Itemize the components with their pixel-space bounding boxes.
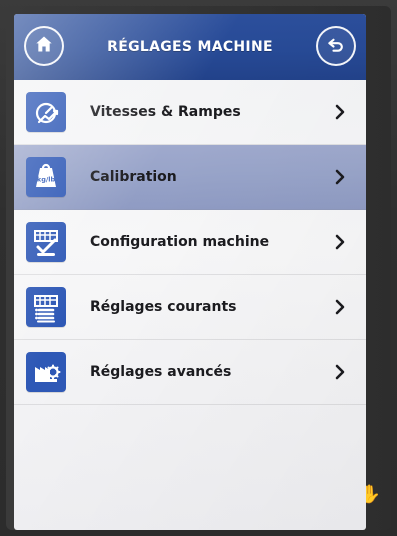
chevron-right-icon — [328, 100, 352, 124]
screen: RÉGLAGES MACHINE Vitesses & Rampes kg/lb… — [14, 14, 366, 530]
page-title: RÉGLAGES MACHINE — [107, 39, 273, 55]
machine-configuration-icon — [26, 222, 66, 262]
menu-item-reglages-courants[interactable]: Réglages courants — [14, 275, 366, 340]
menu-item-label: Calibration — [90, 169, 177, 185]
back-button[interactable] — [316, 26, 356, 66]
chevron-right-icon — [328, 360, 352, 384]
menu-item-reglages-avances[interactable]: Réglages avancés — [14, 340, 366, 405]
menu-item-calibration[interactable]: kg/lb Calibration — [14, 145, 366, 210]
chevron-right-icon — [328, 230, 352, 254]
advanced-settings-icon — [26, 352, 66, 392]
header-bar: RÉGLAGES MACHINE — [14, 14, 366, 80]
settings-menu: Vitesses & Rampes kg/lb Calibration Conf… — [14, 80, 366, 405]
chevron-right-icon — [328, 295, 352, 319]
current-settings-icon — [26, 287, 66, 327]
menu-item-label: Configuration machine — [90, 234, 270, 250]
menu-item-label: Réglages avancés — [90, 364, 232, 380]
kg-lb-weight-icon: kg/lb — [26, 157, 66, 197]
menu-item-label: Réglages courants — [90, 299, 237, 315]
speed-ramp-icon — [26, 92, 66, 132]
chevron-right-icon — [328, 165, 352, 189]
menu-item-configuration-machine[interactable]: Configuration machine — [14, 210, 366, 275]
menu-item-vitesses-rampes[interactable]: Vitesses & Rampes — [14, 80, 366, 145]
kg-lb-text: kg/lb — [37, 176, 56, 184]
back-arrow-icon — [326, 34, 346, 58]
menu-item-label: Vitesses & Rampes — [90, 104, 241, 120]
